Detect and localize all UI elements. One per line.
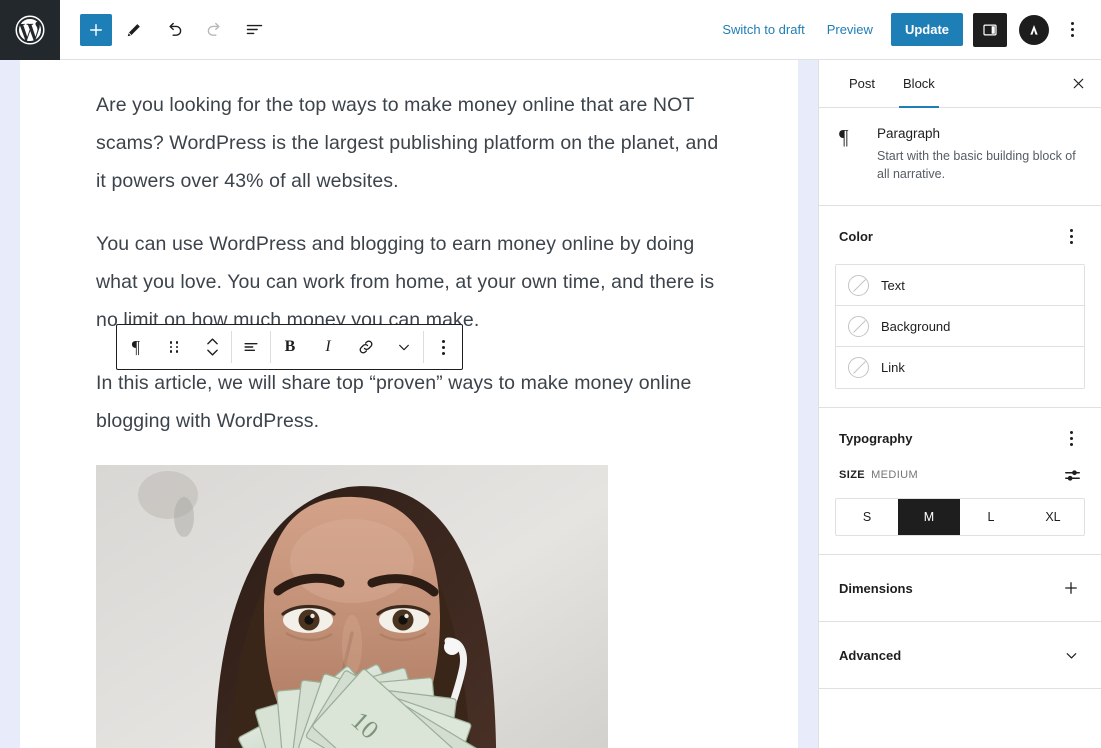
font-size-option-m[interactable]: M (898, 499, 960, 535)
block-toolbar-group-block: ¶ (117, 325, 231, 369)
add-block-button[interactable] (80, 13, 112, 46)
plus-icon (1065, 582, 1077, 594)
drag-handle[interactable] (155, 325, 193, 369)
color-option-label: Link (881, 360, 905, 375)
color-panel-menu-button[interactable] (1057, 222, 1085, 250)
dimensions-panel-title: Dimensions (839, 580, 913, 596)
kebab-menu-icon (441, 339, 445, 355)
empty-color-swatch-icon (848, 315, 869, 337)
align-text-icon (244, 342, 258, 352)
sidebar-tabs: Post Block (819, 60, 1101, 108)
block-toolbar-group-format: B I (271, 325, 423, 369)
close-sidebar-button[interactable] (1055, 60, 1101, 107)
advanced-expand-button[interactable] (1057, 641, 1085, 669)
font-size-value: MEDIUM (871, 469, 919, 481)
typography-panel-body: S M L XL (819, 498, 1101, 554)
color-option-background[interactable]: Background (836, 306, 1084, 347)
advanced-panel-header[interactable]: Advanced (819, 622, 1101, 688)
color-panel: Color Text Background Link (819, 206, 1101, 408)
paragraph-block-3[interactable]: In this article, we will share top “prov… (96, 364, 722, 440)
tools-button[interactable] (116, 12, 152, 48)
redo-button[interactable] (196, 12, 232, 48)
dimensions-add-button[interactable] (1057, 574, 1085, 602)
color-option-text[interactable]: Text (836, 265, 1084, 306)
drag-grip-icon (169, 341, 179, 353)
font-size-settings-button[interactable] (1059, 462, 1085, 488)
switch-to-draft-button[interactable]: Switch to draft (712, 14, 814, 45)
paragraph-pilcrow-icon: ¶ (839, 125, 849, 149)
align-text-button[interactable] (232, 325, 270, 369)
kebab-menu-icon (1070, 22, 1074, 37)
empty-color-swatch-icon (848, 274, 869, 296)
list-view-button[interactable] (236, 12, 272, 48)
color-panel-body: Text Background Link (819, 264, 1101, 407)
post-image-block[interactable]: 50 1 (96, 465, 608, 748)
chevron-up-down-icon (206, 338, 218, 356)
link-icon (359, 340, 373, 354)
advanced-panel-title: Advanced (839, 647, 902, 663)
undo-button[interactable] (156, 12, 192, 48)
block-toolbar-group-align (232, 325, 270, 369)
wordpress-logo-icon[interactable] (0, 0, 60, 60)
chevron-down-icon (399, 344, 409, 351)
typography-panel-header[interactable]: Typography (819, 408, 1101, 466)
font-size-option-s[interactable]: S (836, 499, 898, 535)
block-options-button[interactable] (424, 325, 462, 369)
paragraph-block-1[interactable]: Are you looking for the top ways to make… (96, 86, 722, 200)
more-formatting-button[interactable] (385, 325, 423, 369)
wordpress-block-editor: Switch to draft Preview Update Are you l… (0, 0, 1101, 748)
editor-body: Are you looking for the top ways to make… (0, 60, 1101, 748)
typography-panel-menu-button[interactable] (1057, 424, 1085, 452)
preview-button[interactable]: Preview (817, 14, 883, 45)
italic-button[interactable]: I (309, 325, 347, 369)
block-toolbar: ¶ B I (116, 324, 463, 370)
settings-sidebar-toggle[interactable] (973, 12, 1007, 47)
move-updown-button[interactable] (193, 325, 231, 369)
block-type-paragraph-button[interactable]: ¶ (117, 325, 155, 369)
empty-color-swatch-icon (848, 357, 869, 378)
advanced-panel: Advanced (819, 622, 1101, 689)
typography-panel-title: Typography (839, 430, 913, 446)
color-options-list: Text Background Link (835, 264, 1085, 389)
color-panel-title: Color (839, 228, 873, 244)
sliders-icon (1064, 469, 1080, 481)
settings-sidebar: Post Block ¶ Paragraph Start with the ba… (818, 60, 1101, 748)
font-size-row: SIZE MEDIUM (819, 462, 1101, 498)
tab-post[interactable]: Post (835, 60, 889, 107)
dimensions-panel: Dimensions (819, 555, 1101, 622)
typography-panel: Typography SIZE MEDIUM S M L XL (819, 408, 1101, 555)
chevron-down-icon (1066, 652, 1076, 659)
update-button[interactable]: Update (890, 13, 963, 46)
paragraph-block-2[interactable]: You can use WordPress and blogging to ea… (96, 225, 722, 339)
color-option-label: Background (881, 318, 951, 334)
kebab-menu-icon (1069, 430, 1073, 446)
bold-button[interactable]: B (271, 325, 309, 369)
block-info-description: Start with the basic building block of a… (877, 149, 1076, 181)
block-toolbar-group-options (424, 325, 462, 369)
color-option-link[interactable]: Link (836, 347, 1084, 388)
aioseo-logo-icon[interactable] (1019, 14, 1049, 45)
link-button[interactable] (347, 325, 385, 369)
block-info-card: ¶ Paragraph Start with the basic buildin… (819, 108, 1101, 206)
editor-canvas-region: Are you looking for the top ways to make… (0, 60, 818, 748)
close-x-icon (1073, 78, 1083, 89)
font-size-label: SIZE (839, 469, 866, 481)
color-option-label: Text (881, 277, 905, 293)
post-canvas: Are you looking for the top ways to make… (20, 60, 798, 748)
top-bar-right-actions: Switch to draft Preview Update (712, 12, 1101, 47)
editor-more-menu-button[interactable] (1055, 13, 1089, 47)
color-panel-header[interactable]: Color (819, 206, 1101, 264)
editor-top-bar: Switch to draft Preview Update (0, 0, 1101, 60)
paragraph-pilcrow-icon: ¶ (131, 336, 141, 357)
kebab-menu-icon (1069, 228, 1073, 244)
block-info-text: Paragraph Start with the basic building … (877, 126, 1083, 183)
post-content: Are you looking for the top ways to make… (20, 60, 798, 748)
top-bar-left-tools (60, 12, 272, 48)
block-info-title: Paragraph (877, 126, 941, 141)
tab-block[interactable]: Block (889, 60, 949, 108)
font-size-option-xl[interactable]: XL (1022, 499, 1084, 535)
font-size-option-l[interactable]: L (960, 499, 1022, 535)
font-size-segmented-control: S M L XL (835, 498, 1085, 536)
dimensions-panel-header[interactable]: Dimensions (819, 555, 1101, 621)
